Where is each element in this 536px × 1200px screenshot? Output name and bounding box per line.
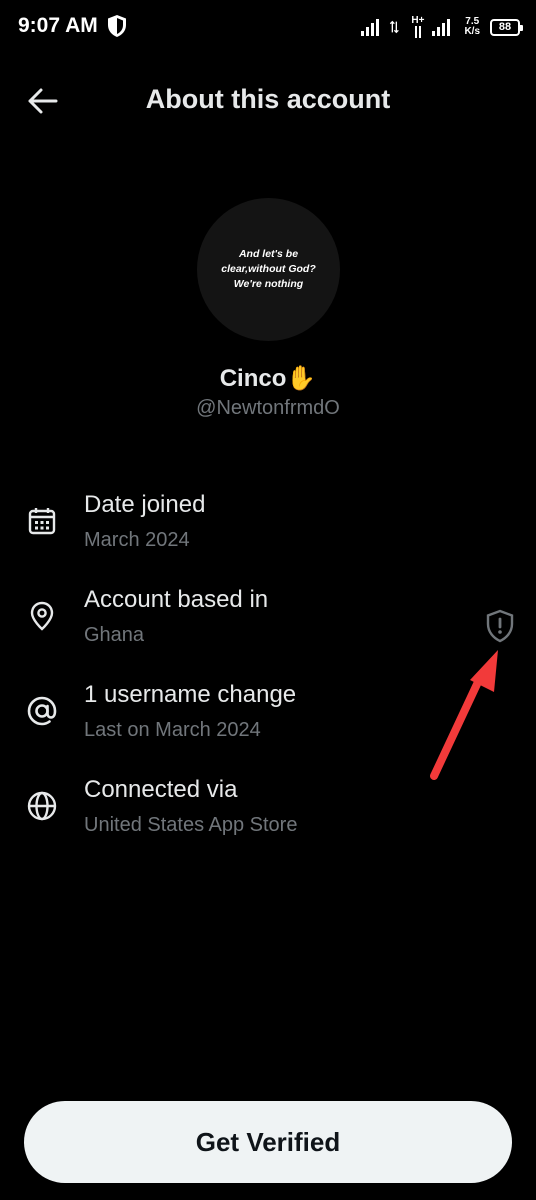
info-label: 1 username change [84,681,297,708]
network-type-icon: H+ [411,16,424,38]
at-sign-icon [27,696,57,726]
location-pin-icon [30,601,54,631]
info-value: United States App Store [84,814,298,836]
shield-alert-icon[interactable] [484,608,516,644]
info-label: Connected via [84,776,238,803]
signal-arrows-icon [390,20,400,34]
info-value: Ghana [84,624,145,646]
status-bar: 9:07 AM H+ 7.5 K/s 88 [0,0,536,56]
signal-bars-icon [361,19,380,36]
data-arrows-icon [414,26,421,38]
status-icons: H+ 7.5 K/s 88 [359,14,523,40]
signal-bars-secondary-icon [432,19,451,36]
get-verified-button[interactable]: Get Verified [24,1101,512,1183]
back-arrow-icon[interactable] [26,84,58,118]
page-title: About this account [145,84,391,114]
speed-unit: K/s [464,26,480,37]
avatar-image-text: And let's be clear,without God? We're no… [209,247,329,292]
info-value: Last on March 2024 [84,719,261,741]
display-name: Cinco✋ [0,364,536,393]
battery-icon: 88 [490,18,523,36]
raised-hand-emoji: ✋ [286,365,317,392]
globe-icon [27,791,57,821]
info-label: Account based in [84,586,269,613]
avatar-text-line: And let's be [238,248,299,260]
info-item-date-joined: Date joined March 2024 [0,491,536,571]
info-label: Date joined [84,491,206,518]
security-shield-icon [108,15,126,37]
info-value: March 2024 [84,529,190,551]
avatar-text-line: We're nothing [233,278,304,290]
display-name-text: Cinco [219,365,287,392]
calendar-icon [28,508,56,535]
avatar-text-line: clear,without God? [221,263,316,275]
user-handle: @NewtonfrmdO [196,397,340,419]
info-item-connected-via: Connected via United States App Store [0,776,536,856]
battery-level: 88 [498,21,512,33]
network-speed: 7.5 K/s [464,17,480,37]
avatar[interactable]: And let's be clear,without God? We're no… [197,198,340,341]
network-type-label: H+ [411,15,425,26]
status-time: 9:07 AM [18,14,98,37]
annotation-arrow-icon [430,650,498,780]
